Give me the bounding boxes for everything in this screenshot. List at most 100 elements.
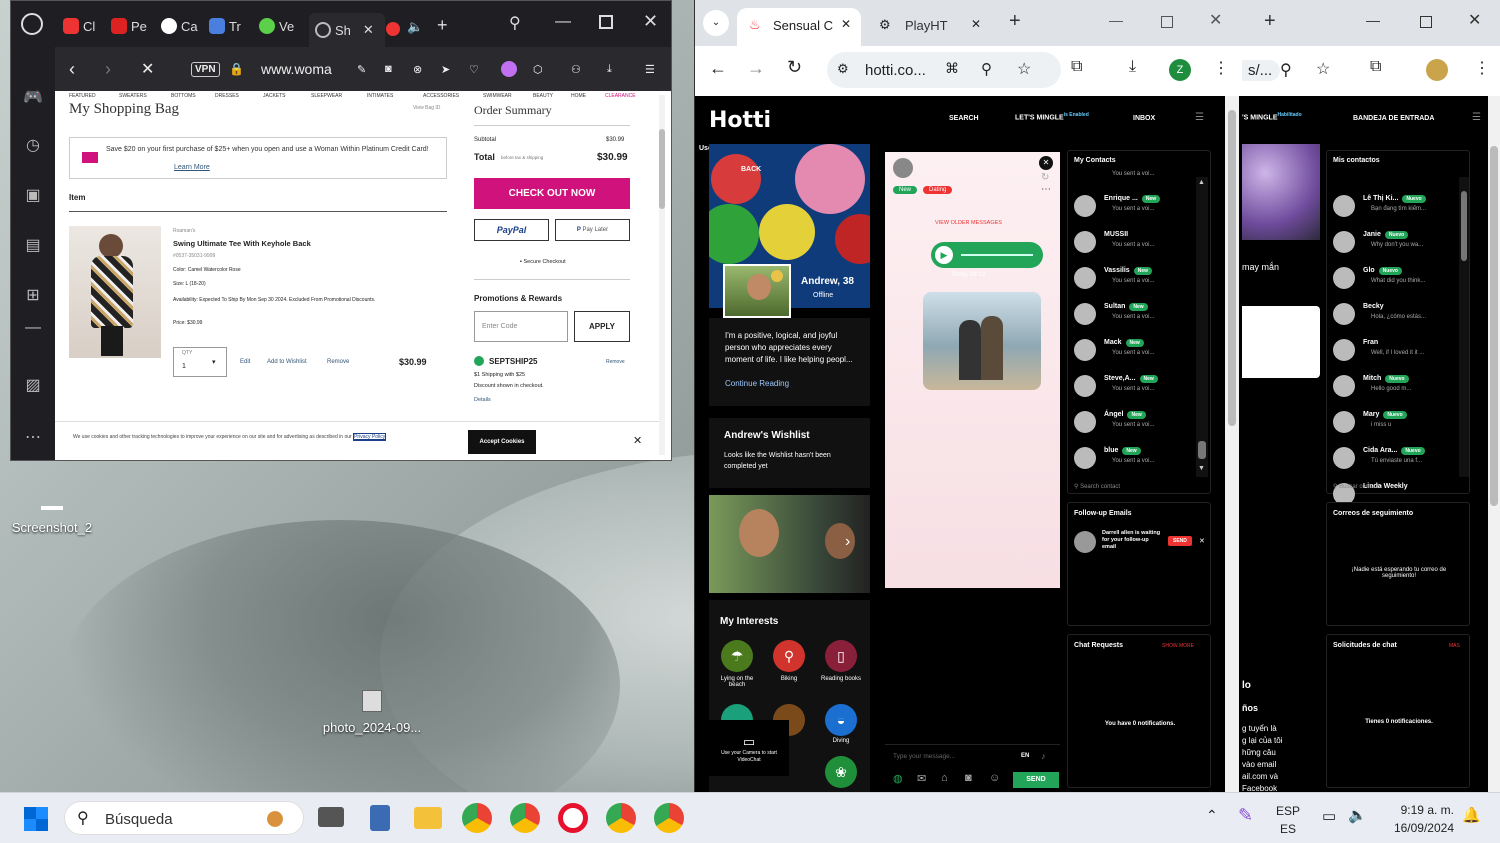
page-scrollbar[interactable] [1225, 96, 1239, 792]
beach-icon[interactable]: ☂ [721, 640, 753, 672]
site-info-icon[interactable]: ⚙ [837, 61, 849, 77]
close-tab-icon[interactable]: ✕ [363, 22, 374, 38]
desktop-icon-screenshot[interactable]: Screenshot_2 [10, 506, 94, 535]
search-tabs-icon[interactable]: ⚲ [509, 13, 521, 33]
nav-bottoms[interactable]: BOTTOMS [171, 93, 196, 99]
nav-clearance[interactable]: CLEARANCE [605, 93, 636, 99]
scrollbar[interactable] [1459, 177, 1469, 477]
extensions-icon[interactable]: ⧉ [1071, 58, 1082, 76]
contact-item[interactable]: Mack New You sent a voi... [1074, 335, 1204, 365]
contact-item[interactable]: Cida Ara... Nuevo Tú enviaste una f... [1333, 443, 1463, 473]
bike-icon[interactable]: ⚲ [773, 640, 805, 672]
stop-icon[interactable]: ✕ [141, 59, 154, 79]
chrome-app-icon[interactable] [462, 803, 492, 833]
image-message[interactable] [923, 292, 1041, 390]
nav-sleepwear[interactable]: SLEEPWEAR [311, 93, 342, 99]
profile-avatar[interactable]: Z [1169, 59, 1191, 81]
promo-code-input[interactable]: Enter Code [474, 311, 568, 342]
profile-photo[interactable] [1242, 144, 1320, 240]
contact-item[interactable]: Steve,A... New You sent a voi... [1074, 371, 1204, 401]
search-contact[interactable]: ⚲ Search contact [1074, 483, 1120, 490]
nav-jackets[interactable]: JACKETS [263, 93, 286, 99]
nav-home[interactable]: HOME [571, 93, 586, 99]
tab-active[interactable]: Sh ✕ [309, 13, 385, 47]
url-field[interactable]: www.woma [261, 61, 332, 77]
play-icon[interactable]: ▶ [935, 246, 953, 264]
coupon-details[interactable]: Details [474, 397, 491, 403]
contact-item[interactable]: Lê Thị Ki... Nuevo Bạn đang tìm kiếm... [1333, 191, 1463, 221]
clock[interactable]: 9:19 a. m. 16/09/2024 [1380, 801, 1454, 837]
apply-button[interactable]: APPLY [574, 311, 630, 342]
chat-icon[interactable]: ◍ [893, 772, 903, 785]
bookmark-icon[interactable]: ☆ [1017, 59, 1031, 79]
contact-item[interactable]: MUSSII You sent a voi... [1074, 227, 1204, 257]
file-explorer-icon[interactable] [414, 807, 442, 829]
zoom-icon[interactable]: ⚲ [1280, 60, 1292, 80]
accept-cookies-button[interactable]: Accept Cookies [468, 430, 536, 454]
remove-link[interactable]: Remove [327, 359, 349, 365]
record-icon[interactable] [386, 22, 400, 36]
cube-icon[interactable]: ⬡ [533, 63, 543, 76]
maximize-button[interactable] [1420, 16, 1432, 28]
hotti-logo[interactable]: Hotti [709, 108, 771, 133]
nav-inbox[interactable]: INBOX [1133, 115, 1155, 122]
search-contact[interactable]: ⚲ Buscar contacto [1333, 483, 1382, 490]
lang-badge[interactable]: EN [1021, 753, 1029, 759]
requests-more[interactable]: MÁS [1449, 643, 1460, 649]
chat-input[interactable]: Type your message... EN ♪ [885, 744, 1060, 768]
close-tab-icon[interactable]: ✕ [841, 17, 851, 31]
refresh-icon[interactable]: ↻ [1041, 172, 1049, 183]
contact-item[interactable]: Janie Nuevo Why don't you wa... [1333, 227, 1463, 257]
camera-icon[interactable]: ◙ [385, 63, 392, 75]
bookmark-icon[interactable]: ☆ [1316, 59, 1330, 79]
translate-icon[interactable]: ⌘ [945, 60, 959, 77]
chrome-3-app-icon[interactable] [654, 803, 684, 833]
edit-link[interactable]: Edit [240, 359, 250, 365]
close-window-button[interactable]: ✕ [1468, 10, 1481, 30]
keyboard-app-icon[interactable] [318, 807, 344, 827]
close-window-button[interactable]: ✕ [643, 11, 658, 32]
url-field[interactable]: s/... [1240, 60, 1281, 81]
tab-3[interactable]: Ca [161, 13, 198, 39]
bag-icon[interactable]: ▣ [23, 185, 43, 205]
privacy-policy-link[interactable]: Privacy Policy [353, 433, 387, 441]
book-icon[interactable]: ▯ [825, 640, 857, 672]
menu-icon[interactable]: ☰ [1472, 112, 1481, 123]
heart-icon[interactable]: ♡ [469, 63, 479, 76]
forward-icon[interactable]: › [105, 59, 111, 80]
tab-1[interactable]: Cl [63, 13, 95, 39]
nav-beauty[interactable]: BEAUTY [533, 93, 553, 99]
contact-item[interactable]: Vassilis New You sent a voi... [1074, 263, 1204, 293]
close-chat-icon[interactable]: ✕ [1039, 156, 1053, 170]
chrome-z-app-icon[interactable] [606, 803, 636, 833]
chevron-right-icon[interactable]: › [845, 533, 850, 551]
nav-intimates[interactable]: INTIMATES [367, 93, 393, 99]
network-icon[interactable]: ▭ [1322, 807, 1336, 825]
speed-dial-icon[interactable]: ◷ [23, 135, 43, 155]
product-name[interactable]: Swing Ultimate Tee With Keyhole Back [173, 239, 311, 248]
voice-message[interactable]: ▶ [931, 242, 1043, 268]
scrollbar[interactable]: ▲ ▼ [1196, 177, 1208, 477]
contact-item[interactable]: Glo Nuevo What did you think... [1333, 263, 1463, 293]
windows-start-icon[interactable] [24, 807, 48, 831]
paylater-button[interactable]: P Pay Later [555, 219, 630, 241]
opera-app-icon[interactable] [558, 803, 588, 833]
nav-dresses[interactable]: DRESSES [215, 93, 239, 99]
more-icon[interactable]: ⋯ [23, 427, 43, 447]
back-icon[interactable]: ← [709, 58, 727, 79]
photo-gallery[interactable]: › [709, 495, 870, 593]
back-icon[interactable]: ‹ [69, 59, 75, 80]
contact-item[interactable]: Fran Well, if I loved it it ... [1333, 335, 1463, 365]
requests-more[interactable]: SHOW MORE [1162, 643, 1194, 649]
new-tab-button[interactable]: + [437, 15, 448, 36]
block-icon[interactable]: ⊗ [413, 63, 422, 76]
videochat-overlay[interactable]: ▭ Use your Camera to start VideoChat [709, 720, 789, 776]
menu-icon[interactable]: ⋮ [1213, 58, 1229, 78]
send-icon[interactable]: ➤ [441, 63, 450, 76]
contact-item[interactable]: Mitch Nuevo Hello good m... [1333, 371, 1463, 401]
minimize-button[interactable]: — [555, 13, 571, 31]
tab-2[interactable]: Pe [111, 13, 147, 39]
tab-5[interactable]: Ve [259, 13, 294, 39]
taskbar-search[interactable]: ⚲ Búsqueda [64, 801, 304, 835]
contact-item[interactable]: Enrique ... New You sent a voi... [1074, 191, 1204, 221]
